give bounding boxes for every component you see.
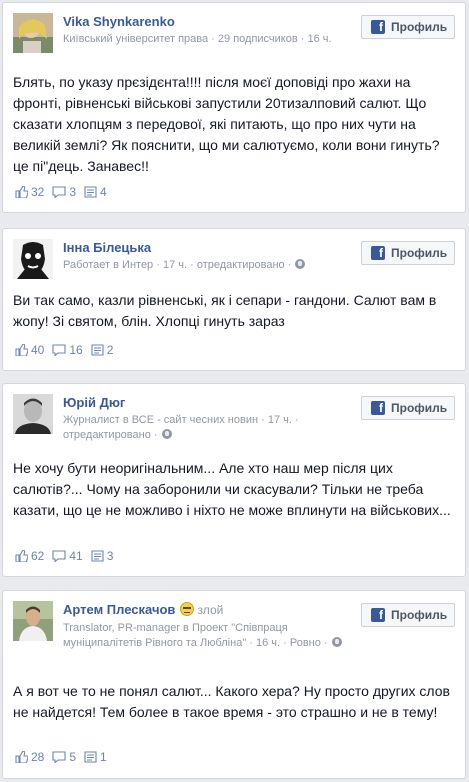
author-name[interactable]: Юрій Дюг	[63, 394, 345, 411]
comment-icon	[52, 344, 66, 356]
author-name: Артем Плескачов злой	[63, 602, 224, 617]
post-card: Юрій Дюг Журналист в ВСЕ - сайт чесних н…	[2, 383, 466, 577]
globe-icon	[331, 637, 342, 647]
author-subline: Работает в Интер · 17 ч. · отредактирова…	[63, 258, 345, 273]
avatar[interactable]	[13, 394, 53, 434]
avatar[interactable]	[13, 239, 53, 279]
comment-icon	[52, 550, 66, 562]
share-icon	[84, 186, 97, 198]
profile-button-label: Профиль	[391, 608, 448, 622]
profile-button[interactable]: f Профиль	[361, 603, 455, 627]
facebook-logo-icon: f	[371, 401, 385, 415]
workplace-link[interactable]: ВСЕ - сайт чесних новин	[132, 414, 258, 426]
post-text: Блять, по указу прєзідєнта!!!! після моє…	[13, 74, 440, 174]
globe-icon	[161, 429, 172, 439]
like-icon	[15, 344, 28, 356]
post-stats: 40 16 2	[15, 343, 121, 357]
share-icon	[91, 550, 104, 562]
facebook-logo-icon: f	[371, 246, 385, 260]
angry-emoji-icon	[180, 602, 195, 616]
likes-stat[interactable]: 32	[15, 185, 44, 199]
post-text: А я вот че то не понял салют... Какого х…	[13, 683, 450, 720]
author-subline: Translator, PR-manager в Проект "Співпра…	[63, 621, 351, 651]
post-stats: 32 3 4	[15, 185, 115, 199]
author-name[interactable]: Vika Shynkarenko	[63, 13, 345, 30]
shares-stat[interactable]: 2	[91, 343, 113, 357]
facebook-logo-icon: f	[371, 20, 385, 34]
shares-stat[interactable]: 4	[84, 185, 107, 199]
comments-stat[interactable]: 41	[52, 549, 83, 563]
author-subline: Київський університет права · 29 подписч…	[63, 33, 332, 45]
avatar[interactable]	[13, 13, 53, 53]
facebook-logo-icon: f	[371, 608, 385, 622]
comments-stat[interactable]: 16	[52, 343, 83, 357]
post-text: Не хочу бути неоригінальним... Але хто н…	[13, 460, 451, 518]
comments-stat[interactable]: 3	[52, 185, 76, 199]
avatar[interactable]	[13, 601, 53, 641]
share-icon	[84, 751, 97, 763]
likes-stat[interactable]: 62	[15, 549, 44, 563]
profile-button[interactable]: f Профиль	[361, 396, 455, 420]
workplace-link[interactable]: Интер	[122, 259, 153, 271]
share-icon	[91, 344, 104, 356]
likes-stat[interactable]: 40	[15, 343, 44, 357]
post-text: Ви так само, казли рівненські, як і сепа…	[13, 292, 437, 329]
comment-icon	[52, 751, 66, 763]
profile-button[interactable]: f Профиль	[361, 15, 455, 39]
profile-button-label: Профиль	[391, 246, 448, 260]
post-card: Артем Плескачов злой Translator, PR-manag…	[2, 590, 466, 779]
post-card: Vika Shynkarenko Київський університет п…	[2, 2, 466, 213]
like-icon	[15, 550, 28, 562]
post-stats: 28 5 1	[15, 750, 115, 764]
like-icon	[15, 751, 28, 763]
likes-stat[interactable]: 28	[15, 750, 44, 764]
shares-stat[interactable]: 1	[84, 750, 107, 764]
post-stats: 62 41 3	[15, 549, 121, 563]
profile-button-label: Профиль	[391, 20, 448, 34]
shares-stat[interactable]: 3	[91, 549, 113, 563]
author-subline: Журналист в ВСЕ - сайт чесних новин · 17…	[63, 414, 299, 441]
profile-button[interactable]: f Профиль	[361, 241, 455, 265]
mood-label: злой	[197, 603, 224, 617]
globe-icon	[295, 259, 306, 269]
comment-icon	[52, 186, 66, 198]
profile-button-label: Профиль	[391, 401, 448, 415]
like-icon	[15, 186, 28, 198]
author-name[interactable]: Інна Білецька	[63, 239, 345, 256]
comments-stat[interactable]: 5	[52, 750, 76, 764]
post-card: Інна Білецька Работает в Интер · 17 ч. ·…	[2, 228, 466, 371]
